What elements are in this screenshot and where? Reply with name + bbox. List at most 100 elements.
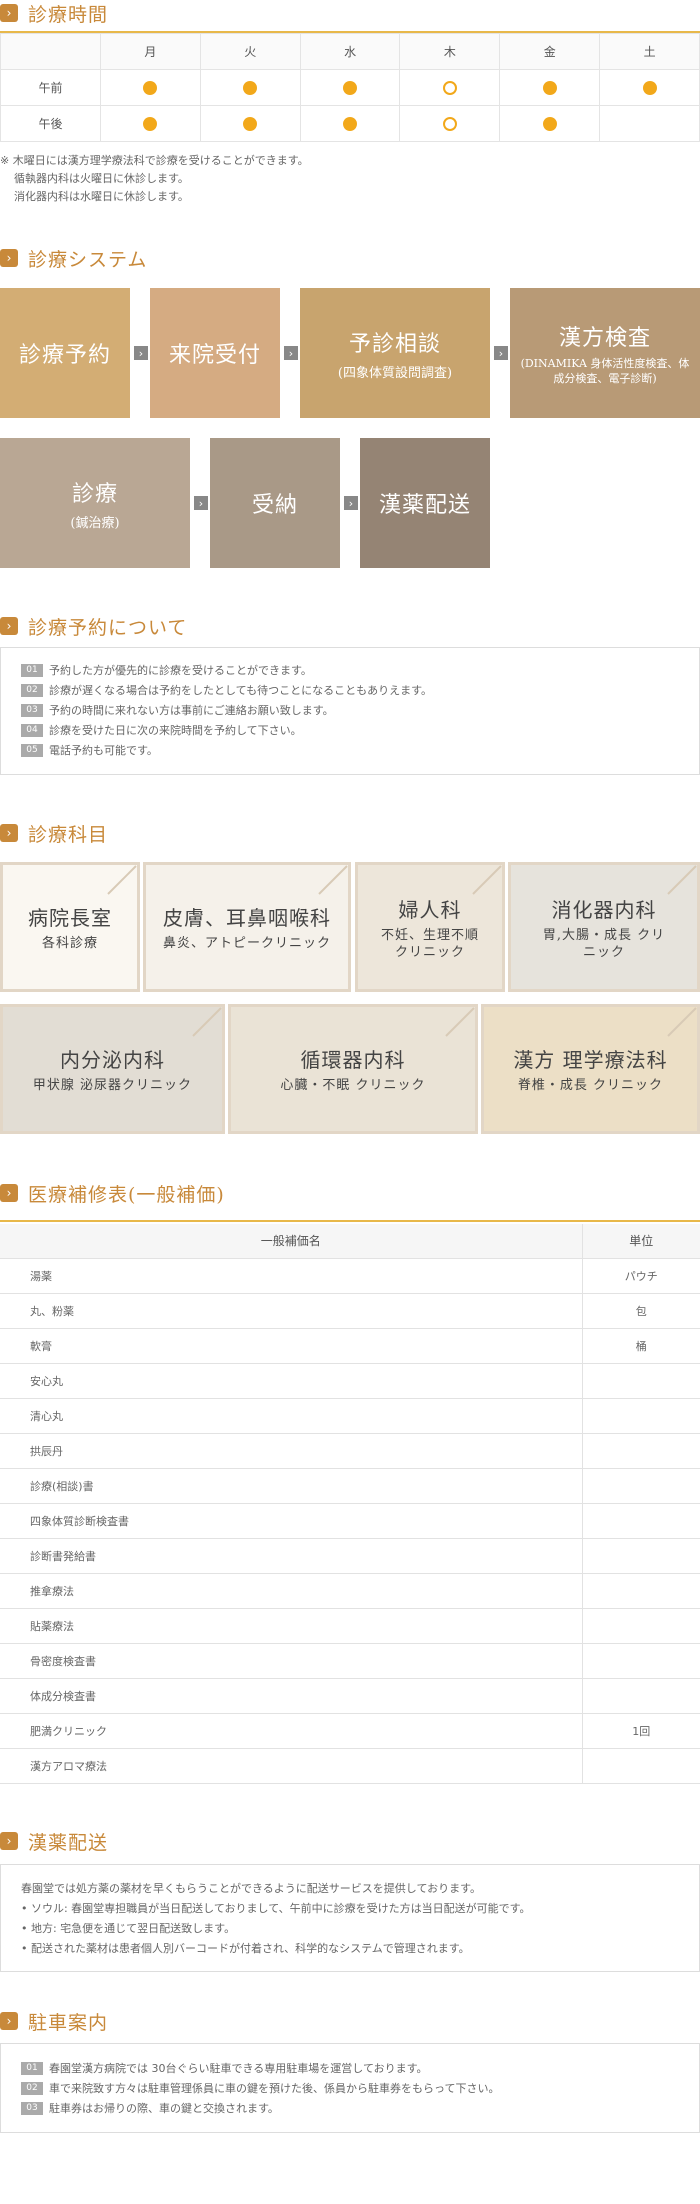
status-cell (499, 105, 601, 142)
filled-circle-icon (243, 116, 258, 131)
status-cell (100, 69, 201, 106)
list-item: 03 予約の時間に来れない方は事前にご連絡お願い致します。 (21, 700, 679, 720)
department-card[interactable]: 漢方 理学療法科 脊椎・成長 クリニック (481, 1004, 700, 1134)
price-name: 診断書発給書 (0, 1538, 582, 1574)
filled-circle-icon (143, 80, 158, 95)
department-name: 病院長室 (28, 906, 112, 930)
price-unit: 1回 (581, 1713, 700, 1749)
day-cell: 月 (100, 33, 201, 70)
step-box: 受納 (210, 438, 340, 568)
table-row: 丸、粉薬包 (0, 1293, 700, 1329)
chevron-right-icon: › (0, 617, 18, 635)
step-sub: (鍼治療) (70, 515, 120, 531)
department-name: 循環器内科 (300, 1048, 406, 1072)
department-card[interactable]: 循環器内科 心臓・不眠 クリニック (228, 1004, 478, 1134)
section-title-prices: › 医療補修表(一般補価) (0, 1180, 225, 1206)
chevron-right-icon: › (0, 249, 18, 267)
price-unit (581, 1573, 700, 1609)
price-unit: パウチ (581, 1258, 700, 1294)
price-name: 診療(相談)書 (0, 1468, 582, 1504)
table-row: 漢方アロマ療法 (0, 1748, 700, 1784)
department-sub: 脊椎・成長 クリニック (517, 1078, 664, 1093)
item-text: 春園堂漢方病院では 30台ぐらい駐車できる専用駐車場を運営しております。 (49, 2062, 428, 2075)
price-name: 丸、粉薬 (0, 1293, 582, 1329)
chevron-right-icon: › (0, 1832, 18, 1850)
item-number: 03 (21, 703, 43, 717)
chevron-right-icon: › (284, 346, 298, 360)
step-label: 漢方検査 (558, 326, 651, 351)
day-cell: 火 (199, 33, 301, 70)
hours-corner-cell (0, 33, 101, 70)
delivery-box: 春園堂では処方薬の薬材を早くもらうことができるように配送サービスを提供しておりま… (0, 1864, 700, 1972)
table-row: 体成分検査書 (0, 1678, 700, 1714)
chevron-right-icon: › (494, 346, 508, 360)
table-row: 清心丸 (0, 1398, 700, 1434)
table-row: 推拿療法 (0, 1573, 700, 1609)
step-label: 受納 (251, 493, 298, 518)
status-cell (599, 105, 700, 142)
price-name: 貼薬療法 (0, 1608, 582, 1644)
table-row: 骨密度検査書 (0, 1643, 700, 1679)
row-label: 午後 (0, 105, 101, 142)
department-card[interactable]: 内分泌内科 甲状腺 泌尿器クリニック (0, 1004, 225, 1134)
table-row: 診療(相談)書 (0, 1468, 700, 1504)
item-number: 02 (21, 2081, 43, 2095)
corner-fold-icon (192, 1007, 222, 1037)
department-card[interactable]: 皮膚、耳鼻咽喉科 鼻炎、アトピークリニック (143, 862, 351, 992)
price-unit (581, 1433, 700, 1469)
price-name: 清心丸 (0, 1398, 582, 1434)
department-name: 消化器内科 (551, 897, 657, 922)
price-name: 四象体質診断検査書 (0, 1503, 582, 1539)
item-number: 04 (21, 723, 43, 737)
price-unit (581, 1503, 700, 1539)
department-card[interactable]: 病院長室 各科診療 (0, 862, 140, 992)
item-number: 03 (21, 2101, 43, 2115)
step-box: 診療 (鍼治療) (0, 438, 190, 568)
item-text: 車で来院致す方々は駐車管理係員に車の鍵を預けた後、係員から駐車券をもらって下さい… (49, 2082, 500, 2095)
day-cell: 土 (599, 33, 700, 70)
table-row: 湯薬 パウチ (0, 1258, 700, 1294)
delivery-line: 春園堂では処方薬の薬材を早くもらうことができるように配送サービスを提供しておりま… (21, 1882, 482, 1895)
column-header: 単位 (581, 1224, 700, 1259)
price-unit (581, 1468, 700, 1504)
price-unit (581, 1398, 700, 1434)
note-line: 消化器内科は水曜日に休診します。 (14, 190, 189, 203)
item-text: 予約した方が優先的に診療を受けることができます。 (49, 664, 312, 677)
step-box: 診療予約 (0, 288, 130, 418)
price-name: 軟膏 (0, 1328, 582, 1364)
step-box: 来院受付 (150, 288, 280, 418)
corner-fold-icon (318, 865, 348, 895)
item-text: 電話予約も可能です。 (49, 744, 158, 757)
parking-list: 01 春園堂漢方病院では 30台ぐらい駐車できる専用駐車場を運営しております。 0… (0, 2043, 700, 2133)
list-item: 02 車で来院致す方々は駐車管理係員に車の鍵を預けた後、係員から駐車券をもらって下… (21, 2078, 679, 2098)
section-title-system: › 診療システム (0, 245, 147, 271)
list-item: 01 春園堂漢方病院では 30台ぐらい駐車できる専用駐車場を運営しております。 (21, 2058, 679, 2078)
status-cell (499, 69, 601, 106)
step-label: 来院受付 (168, 343, 261, 368)
table-row: 貼薬療法 (0, 1608, 700, 1644)
hours-notes: ※ 木曜日には漢方理学療法科で診療を受けることができます。 循執器内科は火曜日に… (0, 152, 309, 206)
section-title-hours: › 診療時間 (0, 0, 108, 26)
list-item: 05 電話予約も可能です。 (21, 740, 679, 760)
section-title-parking: › 駐車案内 (0, 2008, 108, 2034)
step-box: 漢薬配送 (360, 438, 490, 568)
item-text: 診療が遅くなる場合は予約をしたとしても待つことになることもありえます。 (49, 684, 433, 697)
section-rule (0, 1220, 700, 1222)
status-cell (599, 69, 700, 106)
list-item: 01 予約した方が優先的に診療を受けることができます。 (21, 660, 679, 680)
list-item: 04 診療を受けた日に次の来院時間を予約して下さい。 (21, 720, 679, 740)
table-row: 診断書発給書 (0, 1538, 700, 1574)
step-label: 漢薬配送 (378, 493, 471, 518)
department-card[interactable]: 消化器内科 胃,大腸・成長 クリニック (508, 862, 700, 992)
chevron-right-icon: › (0, 2012, 18, 2030)
price-header-row: 一般補価名 単位 (0, 1224, 700, 1259)
price-table: 一般補価名 単位 湯薬 パウチ 丸、粉薬包 軟膏桶 安心丸 清心丸 拱辰丹 診療(… (0, 1224, 700, 1784)
item-text: 診療を受けた日に次の来院時間を予約して下さい。 (49, 724, 302, 737)
day-cell: 金 (499, 33, 601, 70)
price-name: 推拿療法 (0, 1573, 582, 1609)
step-label: 診療 (71, 481, 118, 507)
price-unit (581, 1363, 700, 1399)
department-card[interactable]: 婦人科 不妊、生理不順 クリニック (355, 862, 505, 992)
department-name: 漢方 理学療法科 (513, 1048, 668, 1072)
chevron-right-icon: › (0, 4, 18, 22)
